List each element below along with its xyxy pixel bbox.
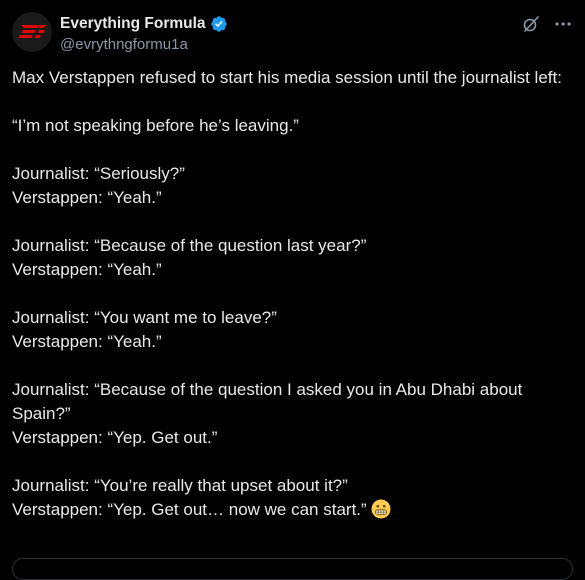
exchange-4: Journalist: “Because of the question I a… [12, 378, 572, 450]
tweet-text: Max Verstappen refused to start his medi… [12, 66, 572, 526]
verified-badge-icon[interactable] [210, 15, 228, 33]
avatar[interactable] [12, 12, 52, 52]
tweet-actions [521, 14, 573, 34]
verstappen-line: Verstappen: “Yeah.” [12, 332, 162, 351]
everything-formula-logo-icon [12, 12, 52, 52]
verstappen-line-final: Verstappen: “Yep. Get out… now we can st… [12, 498, 572, 526]
exchange-5: Journalist: “You’re really that upset ab… [12, 474, 572, 526]
journalist-line: Journalist: “You want me to leave?” [12, 308, 277, 327]
verstappen-line: Verstappen: “Yeah.” [12, 188, 162, 207]
tweet-intro: Max Verstappen refused to start his medi… [12, 66, 572, 90]
grimacing-face-emoji-icon [371, 499, 391, 526]
quote-text: “I’m not speaking before he’s leaving.” [12, 116, 299, 135]
intro-text: Max Verstappen refused to start his medi… [12, 68, 562, 87]
display-name[interactable]: Everything Formula [60, 15, 206, 33]
journalist-line: Journalist: “You’re really that upset ab… [12, 476, 348, 495]
tweet-header: Everything Formula @evrythngformu1a [12, 12, 573, 56]
tweet: Everything Formula @evrythngformu1a Max … [0, 0, 585, 580]
verstappen-line: Verstappen: “Yep. Get out… now we can st… [12, 500, 367, 519]
author-names: Everything Formula @evrythngformu1a [60, 14, 228, 54]
exchange-1: Journalist: “Seriously?” Verstappen: “Ye… [12, 162, 572, 210]
verstappen-line: Verstappen: “Yeah.” [12, 260, 162, 279]
grok-icon[interactable] [521, 14, 541, 34]
tweet-quote: “I’m not speaking before he’s leaving.” [12, 114, 572, 138]
more-icon[interactable] [553, 14, 573, 34]
display-name-row: Everything Formula [60, 14, 228, 34]
verstappen-line: Verstappen: “Yep. Get out.” [12, 428, 218, 447]
journalist-line: Journalist: “Seriously?” [12, 164, 185, 183]
exchange-3: Journalist: “You want me to leave?” Vers… [12, 306, 572, 354]
journalist-line: Journalist: “Because of the question las… [12, 236, 367, 255]
exchange-2: Journalist: “Because of the question las… [12, 234, 572, 282]
journalist-line: Journalist: “Because of the question I a… [12, 380, 523, 423]
embedded-card-edge[interactable] [12, 558, 573, 580]
handle[interactable]: @evrythngformu1a [60, 36, 228, 54]
